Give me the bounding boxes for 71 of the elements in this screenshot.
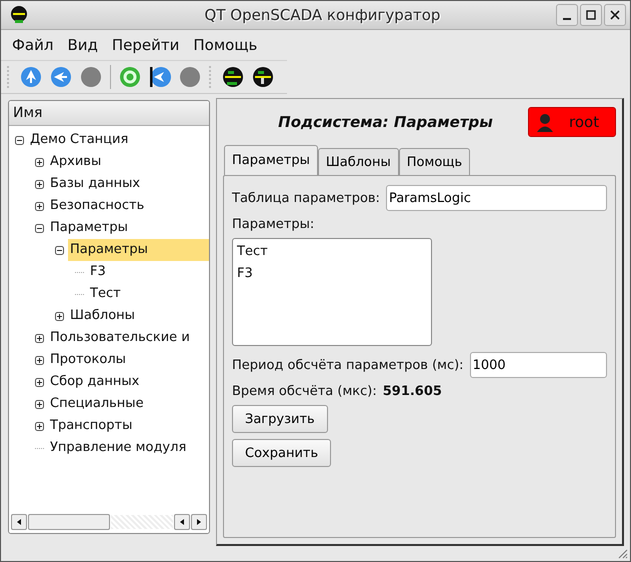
field-label: Таблица параметров: (232, 190, 380, 206)
module-icon[interactable] (222, 66, 244, 88)
close-button[interactable] (604, 4, 626, 26)
minimize-button[interactable] (556, 4, 578, 26)
tree-item[interactable]: Транспорты (48, 415, 209, 437)
minimize-icon (563, 18, 571, 20)
expand-icon[interactable] (35, 400, 44, 408)
menu-item[interactable]: Вид (60, 36, 105, 54)
stop-icon[interactable] (80, 66, 102, 88)
scroll-left-button[interactable] (11, 514, 27, 530)
tab[interactable]: Параметры (224, 145, 318, 175)
tree-item[interactable]: Параметры (68, 239, 209, 261)
app-icon (9, 5, 29, 25)
expand-icon[interactable] (35, 334, 44, 342)
tree-item[interactable]: Управление модуля (48, 437, 209, 459)
field-label: Время обсчёта (мкс): (232, 384, 377, 399)
right-arrow-icon (197, 519, 201, 525)
tree-item[interactable]: Демо Станция (28, 129, 209, 151)
scroll-left-button[interactable] (174, 514, 190, 530)
input-field[interactable]: 1000 (470, 352, 607, 378)
expand-icon[interactable] (35, 378, 44, 386)
action-button[interactable]: Сохранить (232, 439, 332, 467)
input-field[interactable]: ParamsLogic (386, 185, 607, 211)
column-header: Имя (9, 101, 209, 126)
close-icon (609, 9, 621, 21)
window-title: QT OpenSCADA конфигуратор (204, 6, 442, 24)
tree-item[interactable]: Пользовательские и (48, 327, 209, 349)
left-arrow-icon (180, 519, 184, 525)
list-box[interactable]: Тест F3 (232, 238, 432, 346)
maximize-icon (585, 9, 597, 21)
tree-item[interactable]: Параметры (48, 217, 209, 239)
tree-item[interactable]: Протоколы (48, 349, 209, 371)
resize-grip-icon[interactable] (616, 547, 628, 559)
tree-item[interactable]: Сбор данных (48, 371, 209, 393)
tab[interactable]: Шаблоны (318, 148, 399, 175)
list-item[interactable]: F3 (237, 263, 427, 285)
left-arrow-icon (17, 519, 21, 525)
page-title: Подсистема: Параметры (277, 113, 494, 131)
list-item[interactable]: Тест (237, 241, 427, 263)
stop-icon[interactable] (179, 66, 201, 88)
expand-icon[interactable] (35, 202, 44, 210)
expand-icon[interactable] (35, 180, 44, 188)
expand-icon[interactable] (35, 422, 44, 430)
value-text: 591.605 (382, 384, 442, 399)
menu-item[interactable]: Помощь (186, 36, 264, 54)
menu-item[interactable]: Файл (5, 36, 60, 54)
collapse-icon[interactable] (35, 224, 44, 232)
back-to-start-icon[interactable] (149, 66, 171, 88)
expand-icon[interactable] (35, 158, 44, 166)
user-button[interactable]: root (528, 107, 616, 137)
collapse-icon[interactable] (15, 136, 24, 144)
collapse-icon[interactable] (55, 246, 64, 254)
tree-item[interactable]: Архивы (48, 151, 209, 173)
field-label: Период обсчёта параметров (мс): (232, 358, 464, 372)
tree-item[interactable]: Специальные (48, 393, 209, 415)
field-label: Параметры: (232, 217, 314, 232)
tab[interactable]: Помощь (398, 148, 470, 175)
tree-item[interactable]: Шаблоны (68, 305, 209, 327)
menu-item[interactable]: Перейти (104, 36, 186, 54)
person-icon (535, 112, 555, 132)
scroll-right-button[interactable] (191, 514, 207, 530)
expand-icon[interactable] (35, 356, 44, 364)
tree-item[interactable]: Безопасность (48, 195, 209, 217)
tree-item[interactable]: F3 (88, 261, 209, 283)
module-icon[interactable] (252, 66, 274, 88)
maximize-button[interactable] (580, 4, 602, 26)
expand-icon[interactable] (55, 312, 64, 320)
tree-item[interactable]: Тест (88, 283, 209, 305)
tree-item[interactable]: Базы данных (48, 173, 209, 195)
action-button[interactable]: Загрузить (232, 405, 328, 433)
scrollbar-thumb[interactable] (28, 514, 110, 530)
